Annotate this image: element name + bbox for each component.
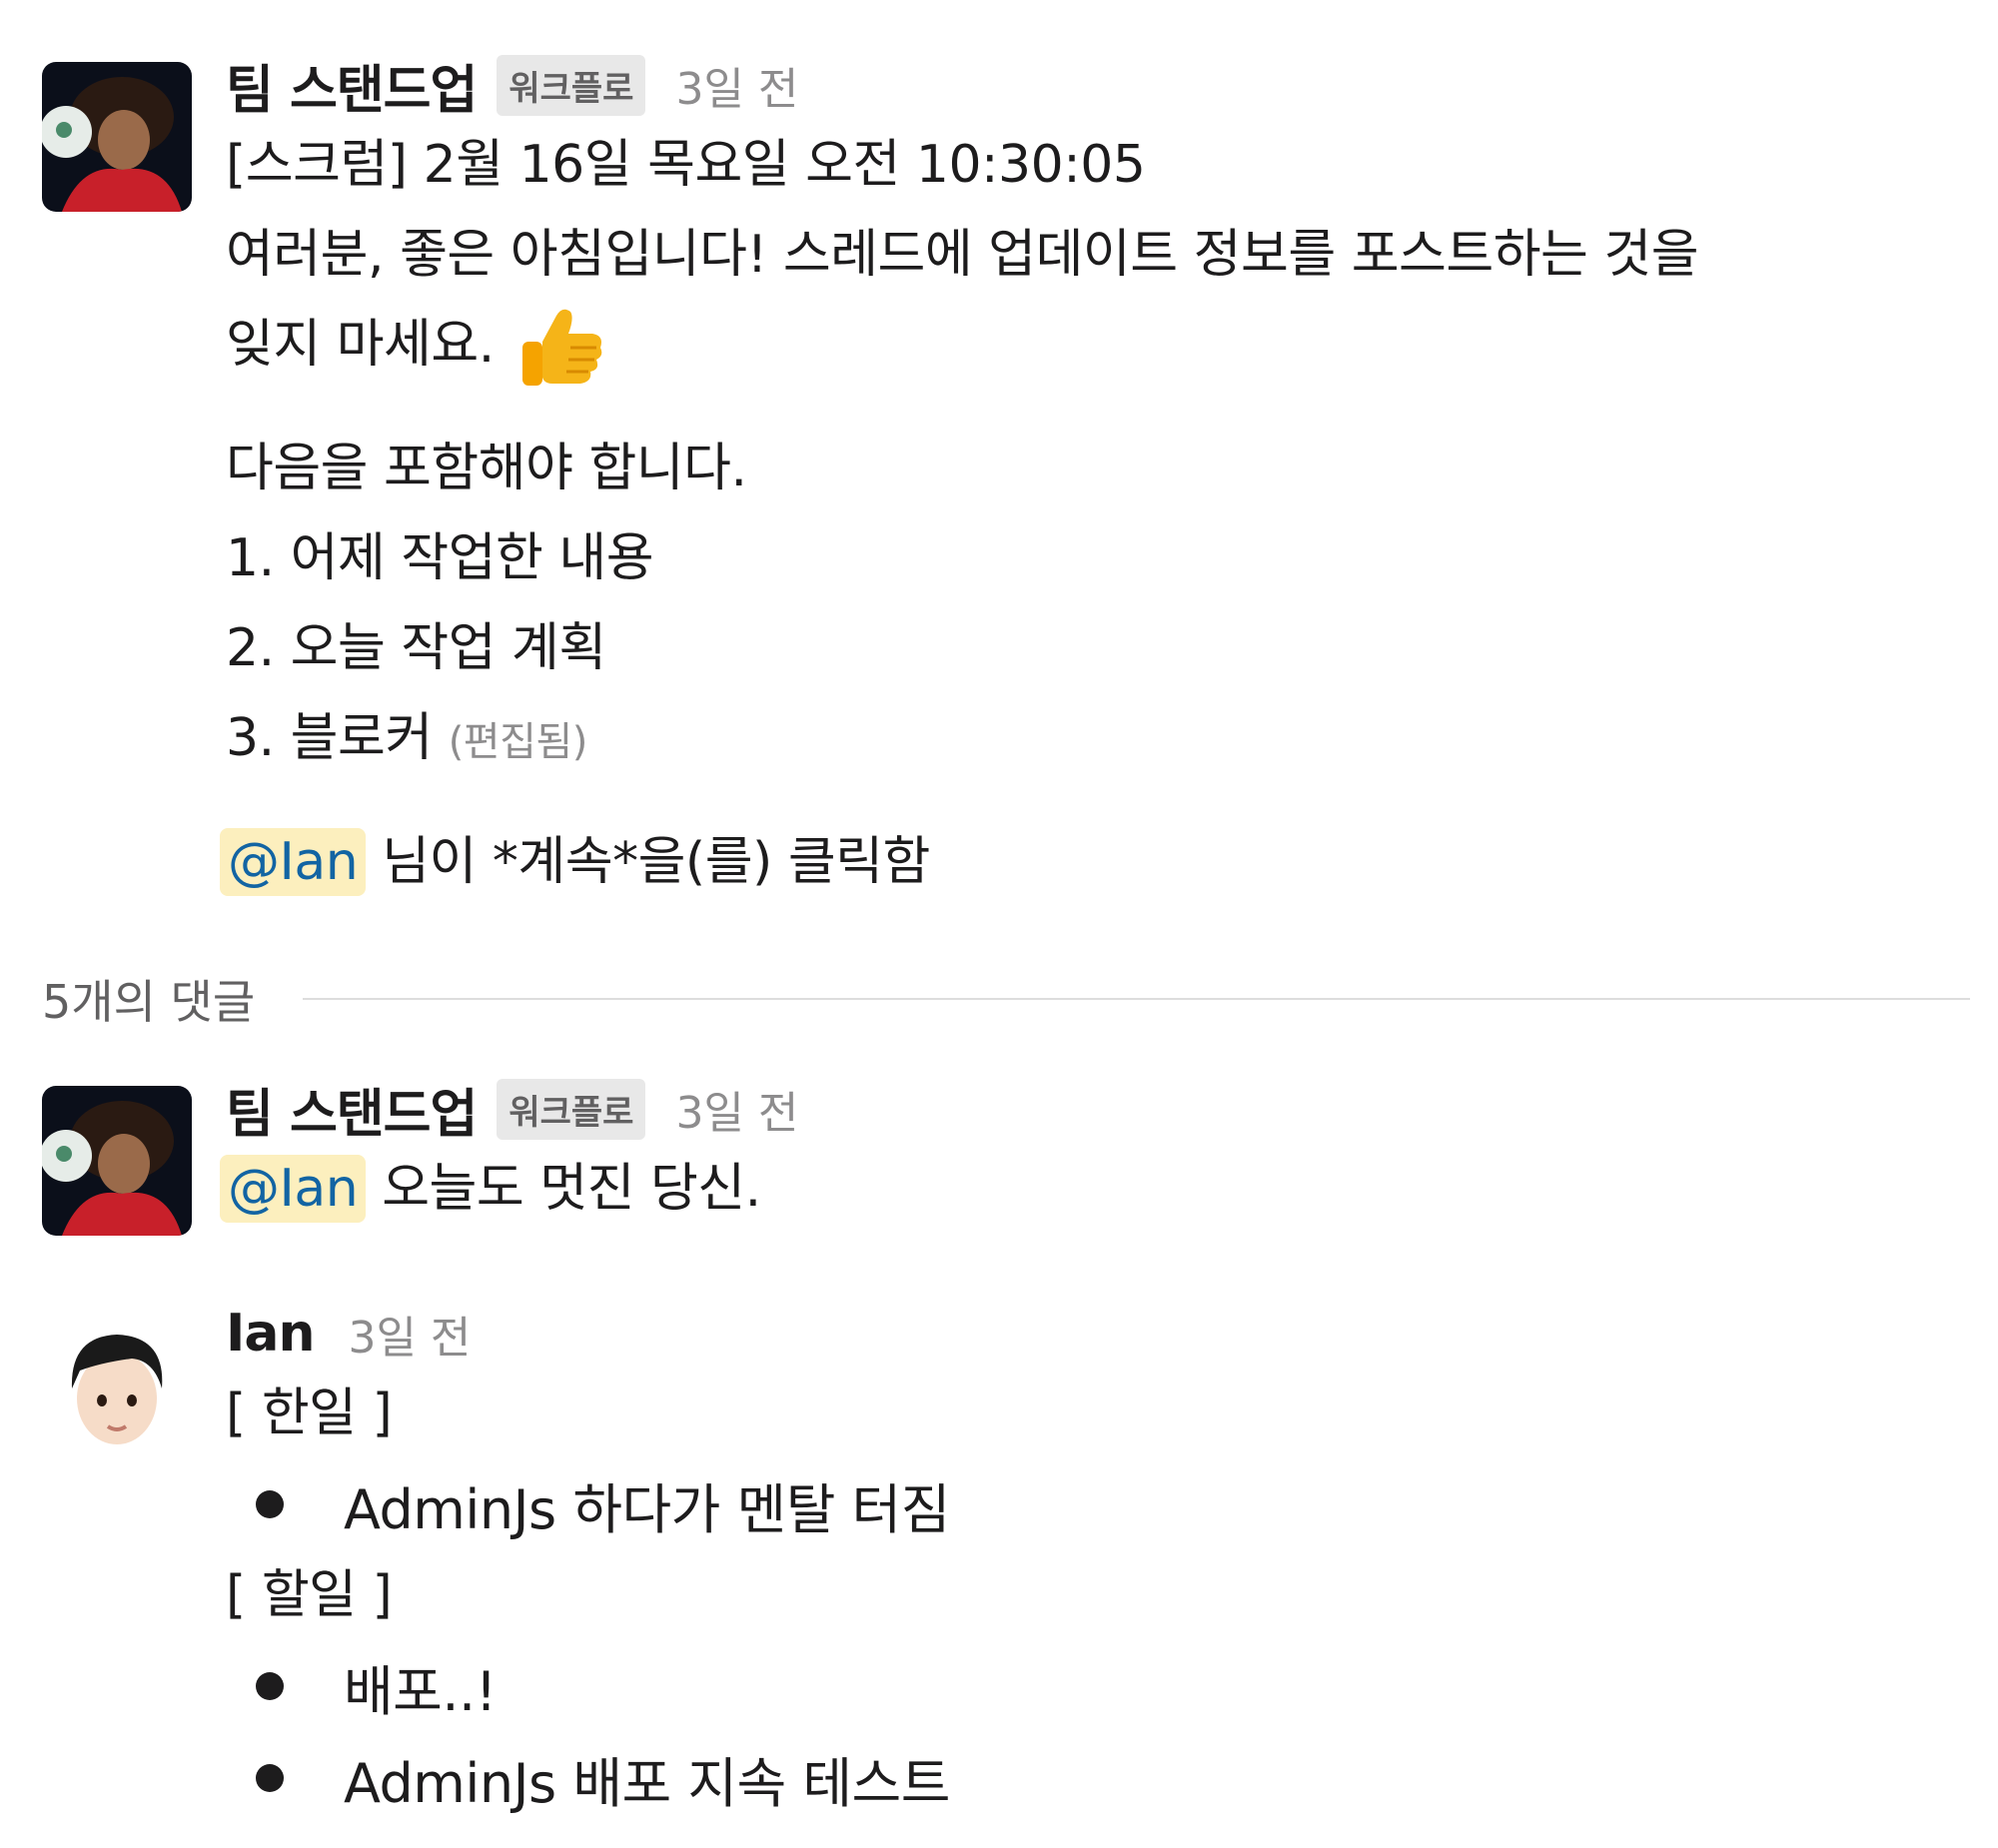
workflow-avatar[interactable] [42,62,192,212]
divider-rule [303,998,1970,1000]
workflow-badge: 워크플로 [497,54,646,116]
bullet-icon [256,1490,284,1518]
bullet-item: AdminJs 하다가 멘탈 터짐 [226,1458,1968,1550]
thumbs-up-icon [516,302,606,394]
list-item: 3. 블로커 (편집됨) [226,693,1968,787]
mention-suffix: 님이 *계속*을(를) 클릭함 [382,832,930,892]
footballer-avatar-image [42,62,192,212]
list-item: 1. 어제 작업한 내용 [226,528,654,588]
todo-header: [ 할일 ] [226,1565,393,1625]
user-mention[interactable]: @Ian [220,828,367,896]
message-header: 팀 스탠드업 워크플로 3일 전 [226,1072,1968,1147]
message-line: 여러분, 좋은 아침입니다! 스레드에 업데이트 정보를 포스트하는 것을 [226,225,1699,285]
parent-message-body: 팀 스탠드업 워크플로 3일 전 [스크럼] 2월 16일 목요일 오전 10:… [220,48,1968,907]
bullet-icon [256,1764,284,1792]
reply-body: Ian 3일 전 [ 한일 ] AdminJs 하다가 멘탈 터짐 [ 할일 ]… [226,1299,1968,1824]
timestamp[interactable]: 3일 전 [675,53,798,117]
mention-line: @Ian 님이 *계속*을(를) 클릭함 [220,817,1968,907]
workflow-avatar[interactable] [42,1086,192,1236]
timestamp[interactable]: 3일 전 [348,1302,471,1366]
message-line: 잊지 마세요. [226,300,1968,394]
bullet-icon [256,1672,284,1700]
workflow-badge: 워크플로 [497,1078,646,1140]
list-item: 2. 오늘 작업 계획 [226,618,606,678]
timestamp[interactable]: 3일 전 [675,1077,798,1141]
sender-name[interactable]: Ian [226,1304,315,1364]
message-line: [스크럼] 2월 16일 목요일 오전 10:30:05 [226,135,1146,195]
replies-divider: 5개의 댓글 [42,969,1970,1029]
message-header: 팀 스탠드업 워크플로 3일 전 [226,48,1968,123]
bullet-item: AdminJs 배포 지속 테스트 [226,1732,1968,1824]
replies-count: 5개의 댓글 [42,975,256,1029]
message-text: 잊지 마세요. [226,315,495,375]
mention-line: @Ian 오늘도 멋진 당신. [220,1144,1968,1234]
edited-label: (편집됨) [448,719,588,765]
footballer-avatar-image [42,1086,192,1236]
sender-name[interactable]: 팀 스탠드업 [226,1072,478,1147]
sender-name[interactable]: 팀 스탠드업 [226,48,478,123]
memoji-avatar-image [42,1311,192,1460]
bullet-text: AdminJs 배포 지속 테스트 [344,1751,950,1815]
reply-text: 오늘도 멋진 당신. [382,1159,761,1219]
bullet-item: 배포..! [226,1640,1968,1732]
user-mention[interactable]: @Ian [220,1155,367,1223]
ian-avatar[interactable] [42,1311,192,1460]
message-header: Ian 3일 전 [226,1299,1968,1369]
reply-body: 팀 스탠드업 워크플로 3일 전 @Ian 오늘도 멋진 당신. [220,1072,1968,1234]
bullet-text: AdminJs 하다가 멘탈 터짐 [344,1477,950,1541]
list-intro: 다음을 포함해야 합니다. [226,439,747,498]
bullet-text: 배포..! [344,1659,497,1723]
done-header: [ 한일 ] [226,1384,393,1443]
list-item-text: 3. 블로커 [226,708,433,768]
